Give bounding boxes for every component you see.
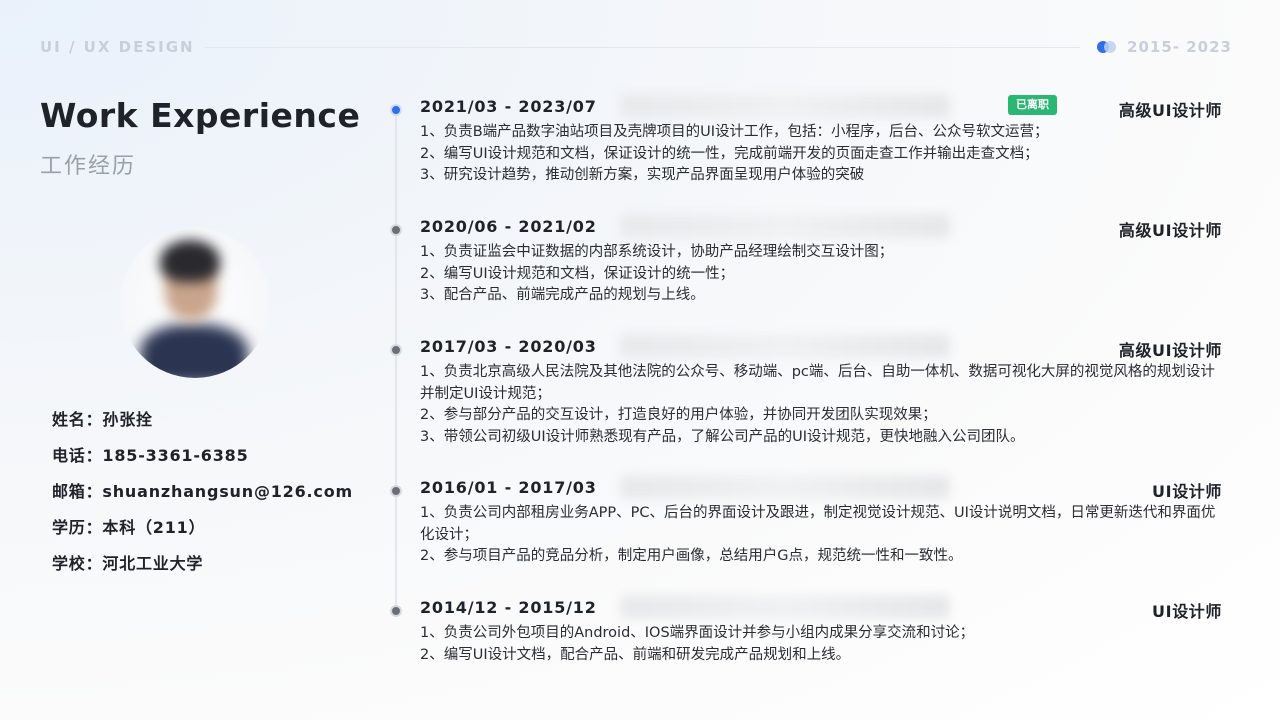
year-range-text: 2015- 2023 (1127, 38, 1232, 56)
profile-school: 学校：河北工业大学 (52, 554, 204, 573)
entry-period: 2021/03 - 2023/07 (420, 97, 597, 116)
profile-info: 姓名：孙张拴 电话：185-3361-6385 邮箱：shuanzhangsun… (52, 408, 353, 588)
entry-duties: 1、负责证监会中证数据的内部系统设计，协助产品经理绘制交互设计图； 2、编写UI… (420, 242, 1220, 307)
timeline-dot (390, 485, 402, 497)
profile-email: 邮箱：shuanzhangsun@126.com (52, 482, 353, 501)
entry-role: 高级UI设计师 (1118, 341, 1222, 360)
duty-item: 2、参与部分产品的交互设计，打造良好的用户体验，并协同开发团队实现效果； (420, 407, 937, 423)
company-name-blurred (620, 475, 950, 499)
page-title: Work Experience (40, 96, 361, 135)
duty-item: 2、编写UI设计规范和文档，保证设计的统一性； (420, 265, 735, 282)
timeline-dot (390, 224, 402, 236)
header-divider (205, 47, 1080, 48)
duty-item: 3、带领公司初级UI设计师熟悉现有产品，了解公司产品的UI设计规范，更快地融入公… (420, 428, 1025, 445)
status-badge: 已离职 (1008, 95, 1057, 115)
timeline-dot-active (390, 104, 402, 116)
timeline-dot (390, 605, 402, 617)
duty-item: 1、负责公司内部租房业务APP、PC、后台的界面设计及跟进，制定视觉设计规范、U… (420, 505, 1216, 543)
entry-period: 2016/01 - 2017/03 (420, 478, 597, 497)
entry-duties: 1、负责公司内部租房业务APP、PC、后台的界面设计及跟进，制定视觉设计规范、U… (420, 503, 1220, 568)
avatar (120, 228, 270, 378)
timeline-dot (390, 344, 402, 356)
company-name-blurred (620, 595, 950, 619)
duty-item: 1、负责证监会中证数据的内部系统设计，协助产品经理绘制交互设计图； (420, 244, 894, 260)
company-name-blurred (620, 94, 950, 118)
year-range: 2015- 2023 (1097, 38, 1232, 56)
range-dots-icon (1097, 40, 1119, 54)
entry-role: 高级UI设计师 (1118, 101, 1222, 120)
timeline-line (395, 110, 397, 614)
entry-duties: 1、负责北京高级人民法院及其他法院的公众号、移动端、pc端、后台、自助一体机、数… (420, 362, 1220, 448)
company-name-blurred (620, 334, 950, 358)
page-subtitle: 工作经历 (40, 154, 137, 179)
entry-duties: 1、负责B端产品数字油站项目及壳牌项目的UI设计工作，包括：小程序，后台、公众号… (420, 122, 1220, 187)
entry-role: UI设计师 (1152, 602, 1222, 621)
duty-item: 2、编写UI设计文档，配合产品、前端和研发完成产品规划和上线。 (420, 646, 851, 663)
duty-item: 2、参与项目产品的竞品分析，制定用户画像，总结用户G点，规范统一性和一致性。 (420, 548, 963, 564)
duty-item: 3、研究设计趋势，推动创新方案，实现产品界面呈现用户体验的突破 (420, 167, 865, 183)
company-name-blurred (620, 214, 950, 238)
entry-period: 2020/06 - 2021/02 (420, 217, 597, 236)
section-label: UI / UX DESIGN (40, 38, 195, 56)
entry-role: 高级UI设计师 (1118, 221, 1222, 240)
duty-item: 2、编写UI设计规范和文档，保证设计的统一性，完成前端开发的页面走查工作并输出走… (420, 145, 1039, 162)
duty-item: 1、负责北京高级人民法院及其他法院的公众号、移动端、pc端、后台、自助一体机、数… (420, 364, 1215, 402)
profile-education: 学历：本科（211） (52, 518, 206, 537)
duty-item: 1、负责公司外包项目的Android、IOS端界面设计并参与小组内成果分享交流和… (420, 625, 975, 641)
duty-item: 1、负责B端产品数字油站项目及壳牌项目的UI设计工作，包括：小程序，后台、公众号… (420, 124, 1049, 140)
entry-duties: 1、负责公司外包项目的Android、IOS端界面设计并参与小组内成果分享交流和… (420, 623, 1220, 666)
duty-item: 3、配合产品、前端完成产品的规划与上线。 (420, 287, 705, 303)
entry-period: 2017/03 - 2020/03 (420, 337, 597, 356)
profile-phone: 电话：185-3361-6385 (52, 446, 249, 465)
profile-name: 姓名：孙张拴 (52, 410, 153, 429)
entry-period: 2014/12 - 2015/12 (420, 598, 597, 617)
entry-role: UI设计师 (1152, 482, 1222, 501)
